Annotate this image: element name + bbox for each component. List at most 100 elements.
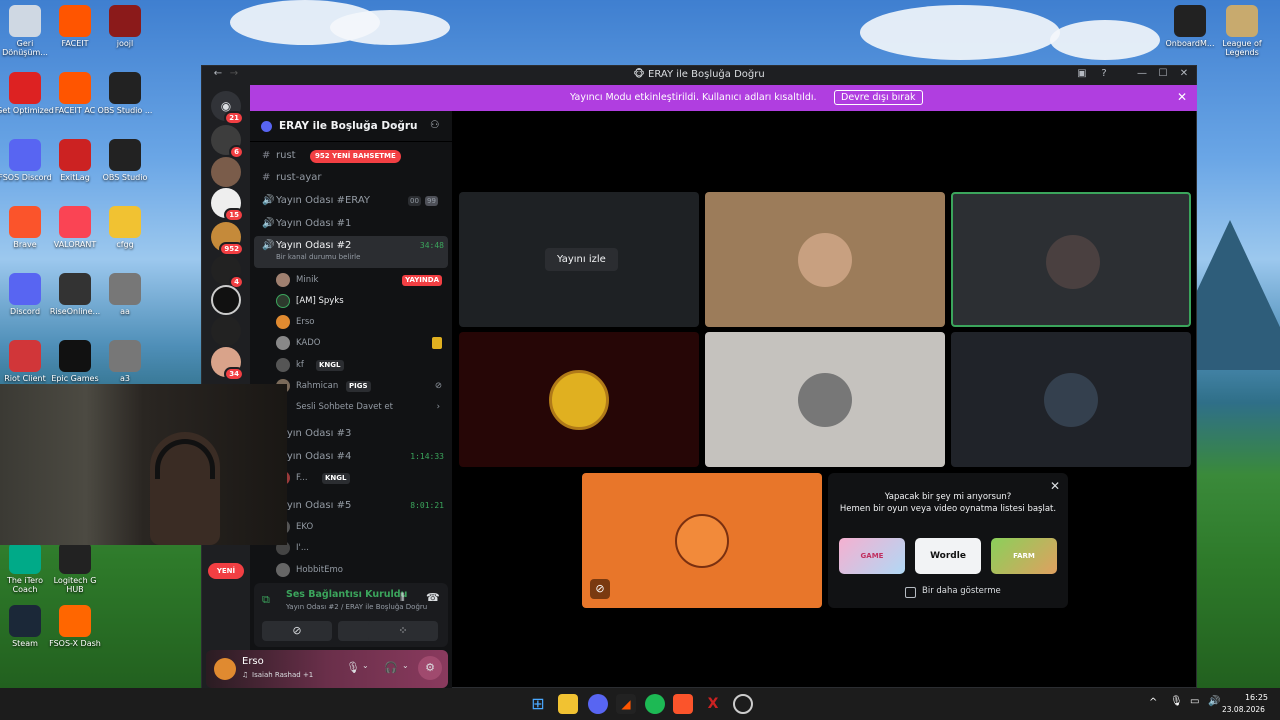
desktop-icon[interactable]: cfgg — [94, 206, 156, 249]
ghub-taskbar-icon[interactable] — [733, 694, 753, 714]
volume-icon[interactable]: 🔊 — [1208, 696, 1220, 707]
desktop-icon[interactable]: OBS Studio ... — [94, 72, 156, 115]
desktop-icon[interactable]: Logitech G HUB — [44, 542, 106, 594]
start-icon[interactable]: ⊞ — [528, 694, 548, 714]
desktop-icon[interactable]: League of Legends — [1211, 5, 1273, 57]
exitlag-taskbar-icon[interactable]: X — [703, 694, 723, 714]
invite-to-voice[interactable]: Sesli Sohbete Davet et › — [276, 398, 446, 416]
participant-tile[interactable] — [951, 332, 1191, 467]
voice-member[interactable]: I'... — [276, 539, 446, 557]
voice-member[interactable]: KADO — [276, 334, 446, 352]
network-icon[interactable]: ▭ — [1190, 696, 1199, 707]
channel-yayin-1[interactable]: 🔊 Yayın Odası #1 — [254, 214, 448, 234]
server-icon[interactable]: 4 — [211, 255, 244, 289]
microphone-tray-icon[interactable]: 🎙 — [1170, 696, 1183, 707]
activities-button[interactable]: ⁘ — [368, 621, 438, 641]
voice-member[interactable]: Erso — [276, 313, 446, 331]
desktop-icon-label: a3 — [120, 374, 130, 383]
server-icon-active[interactable]: 952 — [211, 222, 244, 256]
participant-tile[interactable] — [459, 332, 699, 467]
server-icon[interactable]: 34 — [211, 347, 244, 381]
chevron-down-icon: ⌄ — [391, 119, 399, 129]
desktop-icon[interactable]: aa — [94, 273, 156, 316]
stream-tile[interactable]: Yayını izle — [459, 192, 699, 327]
voice-member[interactable]: [AM] Spyks — [276, 292, 446, 310]
server-icon[interactable]: 15 — [211, 188, 244, 222]
channel-rust-ayar[interactable]: # rust-ayar — [254, 168, 448, 188]
noise-suppression-icon[interactable]: ⦀ — [400, 591, 405, 605]
disconnect-icon[interactable]: ☎ — [426, 591, 440, 604]
new-servers-pill[interactable]: YENİ — [208, 563, 244, 579]
voice-status[interactable]: Ses Bağlantısı Kuruldu — [286, 589, 407, 600]
suggestion-line-1: Yapacak bir şey mi arıyorsun? — [884, 492, 1012, 502]
dont-show-checkbox[interactable] — [905, 587, 916, 598]
desktop-icon[interactable]: FSOS-X Dash — [44, 605, 106, 648]
activity-suggestion-card: ✕ Yapacak bir şey mi arıyorsun? Hemen bi… — [828, 473, 1068, 608]
muted-deafened-icon: ⊘ — [434, 381, 442, 391]
voice-member[interactable]: Rahmican PIGS ⊘ — [276, 377, 446, 395]
voice-member[interactable]: EKO — [276, 518, 446, 536]
channel-rust[interactable]: # rust 952 YENİ BAHSETME — [254, 146, 448, 166]
camera-off-button[interactable]: ⊘ — [262, 621, 332, 641]
channel-yayin-2[interactable]: 🔊 Yayın Odası #2 34:48 Bir kanal durumu b… — [254, 236, 448, 268]
voice-member[interactable]: kf KNGL — [276, 356, 446, 374]
chevron-down-icon[interactable]: ⌄ — [362, 661, 369, 670]
participant-tile-speaking[interactable] — [951, 192, 1191, 327]
avatar — [276, 336, 290, 350]
file-explorer-icon[interactable] — [558, 694, 578, 714]
close-button[interactable]: ✕ — [1176, 68, 1192, 82]
channel-label: rust-ayar — [276, 172, 322, 183]
server-icon[interactable] — [211, 157, 241, 187]
avatar — [276, 563, 290, 577]
server-icon[interactable] — [211, 316, 241, 346]
channel-status[interactable]: Bir kanal durumu belirle — [276, 251, 360, 263]
brave-taskbar-icon[interactable] — [673, 694, 693, 714]
microphone-icon[interactable]: 🎙 — [346, 661, 360, 674]
faceit-taskbar-icon[interactable]: ◢ — [616, 694, 636, 714]
channel-label: Yayın Odası #4 — [276, 451, 352, 462]
disable-streamer-mode-button[interactable]: Devre dışı bırak — [834, 90, 923, 105]
avatar[interactable] — [214, 658, 236, 680]
clan-tag: KNGL — [322, 473, 350, 484]
headphones-icon[interactable]: 🎧 — [384, 661, 398, 674]
help-icon[interactable]: ? — [1096, 68, 1112, 82]
spotify-icon[interactable] — [645, 694, 665, 714]
maximize-button[interactable]: ☐ — [1155, 68, 1171, 82]
clock-date[interactable]: 23.08.2026 — [1222, 705, 1265, 714]
voice-member[interactable]: Minik YAYINDA — [276, 271, 446, 289]
game-option[interactable]: GAME — [839, 538, 905, 574]
desktop-icon[interactable]: OBS Studio — [94, 139, 156, 182]
webcam-overlay — [0, 384, 287, 545]
server-header[interactable]: ERAY ile Boşluğa Doğru ⌄ ⚇ — [250, 111, 452, 142]
unread-badge: 15 — [224, 208, 244, 222]
member-name: HobbitEmo — [296, 565, 343, 575]
server-icon[interactable]: 6 — [211, 125, 244, 159]
voice-member[interactable]: HobbitEmo — [276, 561, 446, 579]
voice-member[interactable]: F... KNGL — [276, 469, 446, 487]
wordle-option[interactable]: Wordle — [915, 538, 981, 574]
discord-taskbar-icon[interactable] — [588, 694, 608, 714]
minimize-button[interactable]: — — [1134, 68, 1150, 82]
tray-chevron-icon[interactable]: ^ — [1149, 697, 1157, 708]
desktop-icon[interactable]: joojl — [94, 5, 156, 48]
server-icon[interactable] — [211, 285, 241, 315]
desktop-icon[interactable]: a3 — [94, 340, 156, 383]
clock-time[interactable]: 16:25 — [1228, 693, 1268, 702]
steam-icon — [9, 605, 41, 637]
participant-tile[interactable] — [705, 192, 945, 327]
add-member-icon[interactable]: ⚇ — [430, 119, 439, 131]
chevron-down-icon[interactable]: ⌄ — [402, 661, 409, 670]
gear-icon[interactable]: ⚙ — [418, 656, 442, 680]
discord-home-icon[interactable]: ◉ 21 — [211, 91, 244, 125]
close-banner-icon[interactable]: ✕ — [1177, 90, 1187, 104]
channel-yayin-eray[interactable]: 🔊 Yayın Odası #ERAY 00 99 — [254, 191, 448, 211]
watch-stream-button[interactable]: Yayını izle — [545, 248, 618, 271]
voice-timer: 1:14:33 — [410, 452, 444, 461]
farm-option[interactable]: FARM — [991, 538, 1057, 574]
inbox-icon[interactable]: ▣ — [1074, 68, 1090, 82]
chevron-right-icon: › — [436, 402, 440, 412]
participant-tile[interactable]: ⊘ — [582, 473, 822, 608]
mentions-badge: 952 YENİ BAHSETME — [310, 150, 401, 163]
voice-detail[interactable]: Yayın Odası #2 / ERAY ile Boşluğa Doğru — [286, 603, 427, 611]
participant-tile[interactable] — [705, 332, 945, 467]
